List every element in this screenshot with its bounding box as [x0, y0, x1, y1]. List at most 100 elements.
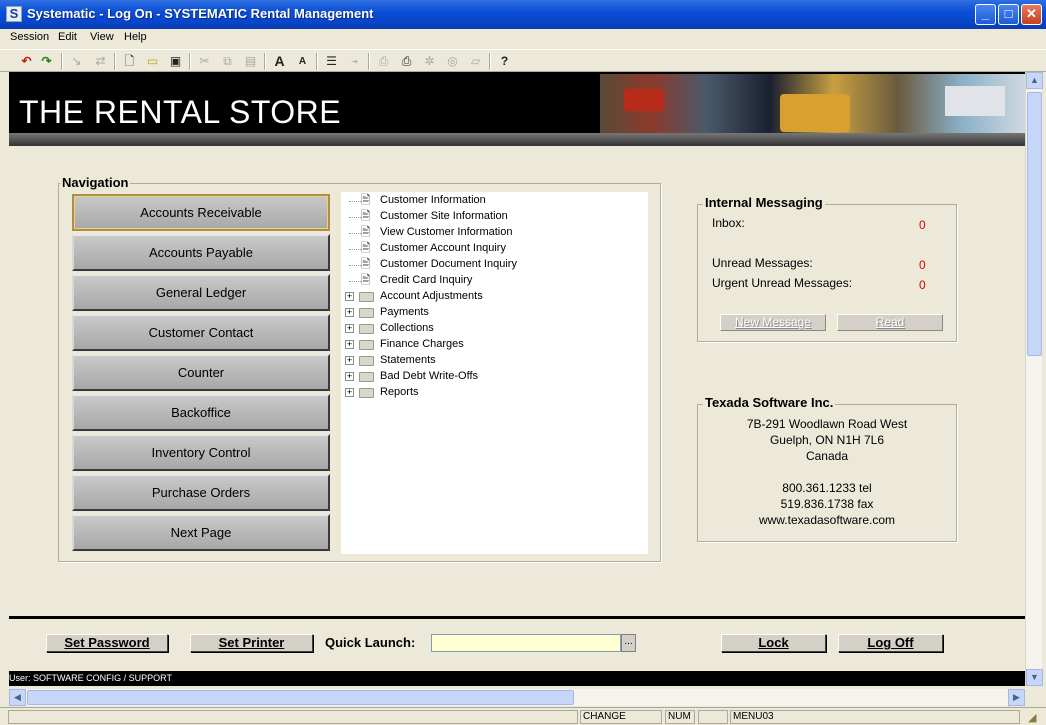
folder-icon — [359, 372, 374, 382]
maximize-button[interactable]: □ — [998, 4, 1019, 25]
tool-a-icon[interactable]: ✲ — [421, 53, 438, 70]
expand-icon[interactable]: + — [345, 388, 354, 397]
close-button[interactable]: ✕ — [1021, 4, 1042, 25]
nav-inventory-control-button[interactable]: Inventory Control — [72, 434, 330, 471]
user-bar: User: SOFTWARE CONFIG / SUPPORT — [9, 671, 1025, 686]
print-preview-icon[interactable]: ⎙ — [375, 53, 392, 70]
urgent-count: 0 — [919, 278, 926, 292]
quick-launch-input[interactable] — [431, 634, 621, 652]
arrows-icon[interactable]: ⇄ — [92, 53, 109, 70]
resize-grip-icon[interactable]: ◢ — [1028, 711, 1036, 724]
minimize-button[interactable]: _ — [975, 4, 996, 25]
status-menu: MENU03 — [730, 710, 1020, 724]
vertical-scrollbar[interactable]: ▲ ▼ — [1025, 72, 1043, 686]
messaging-label: Internal Messaging — [703, 195, 825, 210]
menu-tree: 🖹 Customer Information 🖹 Customer Site Inf… — [341, 192, 648, 554]
status-num: NUM — [665, 710, 695, 724]
menu-session[interactable]: Session — [10, 31, 49, 43]
redo-icon[interactable]: ↷ — [38, 53, 55, 70]
scroll-down-icon[interactable]: ▼ — [1026, 669, 1043, 686]
company-web: www.texadasoftware.com — [758, 513, 896, 527]
window-title: Systematic - Log On - SYSTEMATIC Rental … — [27, 6, 374, 21]
expand-icon[interactable]: + — [345, 356, 354, 365]
scroll-up-icon[interactable]: ▲ — [1026, 72, 1043, 89]
urgent-label: Urgent Unread Messages: — [712, 276, 853, 290]
set-password-button[interactable]: Set Password — [46, 634, 168, 652]
banner: THE RENTAL STORE — [9, 72, 1025, 146]
nav-backoffice-button[interactable]: Backoffice — [72, 394, 330, 431]
company-label: Texada Software Inc. — [703, 395, 836, 410]
save-icon[interactable]: ▣ — [167, 53, 184, 70]
cut-icon[interactable]: ✂ — [196, 53, 213, 70]
nav-counter-button[interactable]: Counter — [72, 354, 330, 391]
status-bar: CHANGE NUM MENU03 ◢ — [0, 707, 1046, 725]
bottom-bar: Set Password Set Printer Quick Launch: .… — [9, 619, 1025, 671]
document-icon: 🖹 — [361, 257, 371, 271]
nav-next-page-button[interactable]: Next Page — [72, 514, 330, 551]
lock-button[interactable]: Lock — [721, 634, 826, 652]
print-icon[interactable]: ⎙ — [398, 53, 415, 70]
toolbar: ↶ ↷ ↘ ⇄ 🗋 ▭ ▣ ✂ ⧉ ▤ A A ☰ ⇥ ⎙ ⎙ ✲ ◎ ▱ ? — [0, 49, 1046, 72]
nav-purchase-orders-button[interactable]: Purchase Orders — [72, 474, 330, 511]
app-icon[interactable]: S — [6, 6, 22, 22]
menu-help[interactable]: Help — [124, 31, 147, 43]
insert-icon[interactable]: ⇥ — [346, 53, 363, 70]
inbox-count: 0 — [919, 218, 926, 232]
banner-strip — [9, 133, 1025, 146]
font-smaller-icon[interactable]: A — [294, 53, 311, 70]
folder-icon — [359, 324, 374, 334]
document-icon: 🖹 — [361, 225, 371, 239]
horizontal-scroll-thumb[interactable] — [27, 690, 574, 705]
status-change: CHANGE — [580, 710, 662, 724]
menu-bar: Session Edit View Help — [0, 29, 1046, 48]
folder-icon — [359, 356, 374, 366]
menu-view[interactable]: View — [90, 31, 114, 43]
company-address2: Guelph, ON N1H 7L6 — [769, 433, 885, 447]
new-document-icon[interactable]: 🗋 — [121, 53, 138, 70]
list-icon[interactable]: ☰ — [323, 53, 340, 70]
paste-icon[interactable]: ▤ — [242, 53, 259, 70]
inbox-label: Inbox: — [712, 216, 745, 230]
expand-icon[interactable]: + — [345, 340, 354, 349]
quick-launch-browse-button[interactable]: ... — [621, 634, 636, 652]
pointer-icon[interactable]: ↘ — [68, 53, 85, 70]
folder-icon — [359, 308, 374, 318]
tool-c-icon[interactable]: ▱ — [467, 53, 484, 70]
company-fax: 519.836.1738 fax — [780, 497, 874, 511]
status-blank — [698, 710, 728, 724]
expand-icon[interactable]: + — [345, 308, 354, 317]
copy-icon[interactable]: ⧉ — [219, 53, 236, 70]
expand-icon[interactable]: + — [345, 292, 354, 301]
horizontal-scrollbar[interactable]: ◀ ▶ — [9, 689, 1025, 706]
font-larger-icon[interactable]: A — [271, 53, 288, 70]
quick-launch-label: Quick Launch: — [325, 635, 416, 650]
set-printer-button[interactable]: Set Printer — [190, 634, 313, 652]
main-panel: Navigation Accounts Receivable Accounts … — [9, 146, 1025, 614]
undo-icon[interactable]: ↶ — [18, 53, 35, 70]
document-icon: 🖹 — [361, 209, 371, 223]
read-button[interactable]: Read — [837, 314, 943, 331]
unread-count: 0 — [919, 258, 926, 272]
folder-icon — [359, 292, 374, 302]
vertical-scroll-thumb[interactable] — [1027, 92, 1042, 356]
company-phone: 800.361.1233 tel — [782, 481, 872, 495]
expand-icon[interactable]: + — [345, 324, 354, 333]
folder-icon — [359, 388, 374, 398]
nav-accounts-payable-button[interactable]: Accounts Payable — [72, 234, 330, 271]
expand-icon[interactable]: + — [345, 372, 354, 381]
nav-customer-contact-button[interactable]: Customer Contact — [72, 314, 330, 351]
help-icon[interactable]: ? — [496, 53, 513, 70]
log-off-button[interactable]: Log Off — [838, 634, 943, 652]
tool-b-icon[interactable]: ◎ — [444, 53, 461, 70]
document-icon: 🖹 — [361, 273, 371, 287]
scroll-left-icon[interactable]: ◀ — [9, 689, 26, 706]
scroll-right-icon[interactable]: ▶ — [1008, 689, 1025, 706]
open-folder-icon[interactable]: ▭ — [144, 53, 161, 70]
company-address1: 7B-291 Woodlawn Road West — [746, 417, 908, 431]
nav-general-ledger-button[interactable]: General Ledger — [72, 274, 330, 311]
nav-accounts-receivable-button[interactable]: Accounts Receivable — [72, 194, 330, 231]
menu-edit[interactable]: Edit — [58, 31, 77, 43]
new-message-button[interactable]: New Message — [720, 314, 826, 331]
document-icon: 🖹 — [361, 193, 371, 207]
equipment-photos — [600, 74, 1025, 133]
